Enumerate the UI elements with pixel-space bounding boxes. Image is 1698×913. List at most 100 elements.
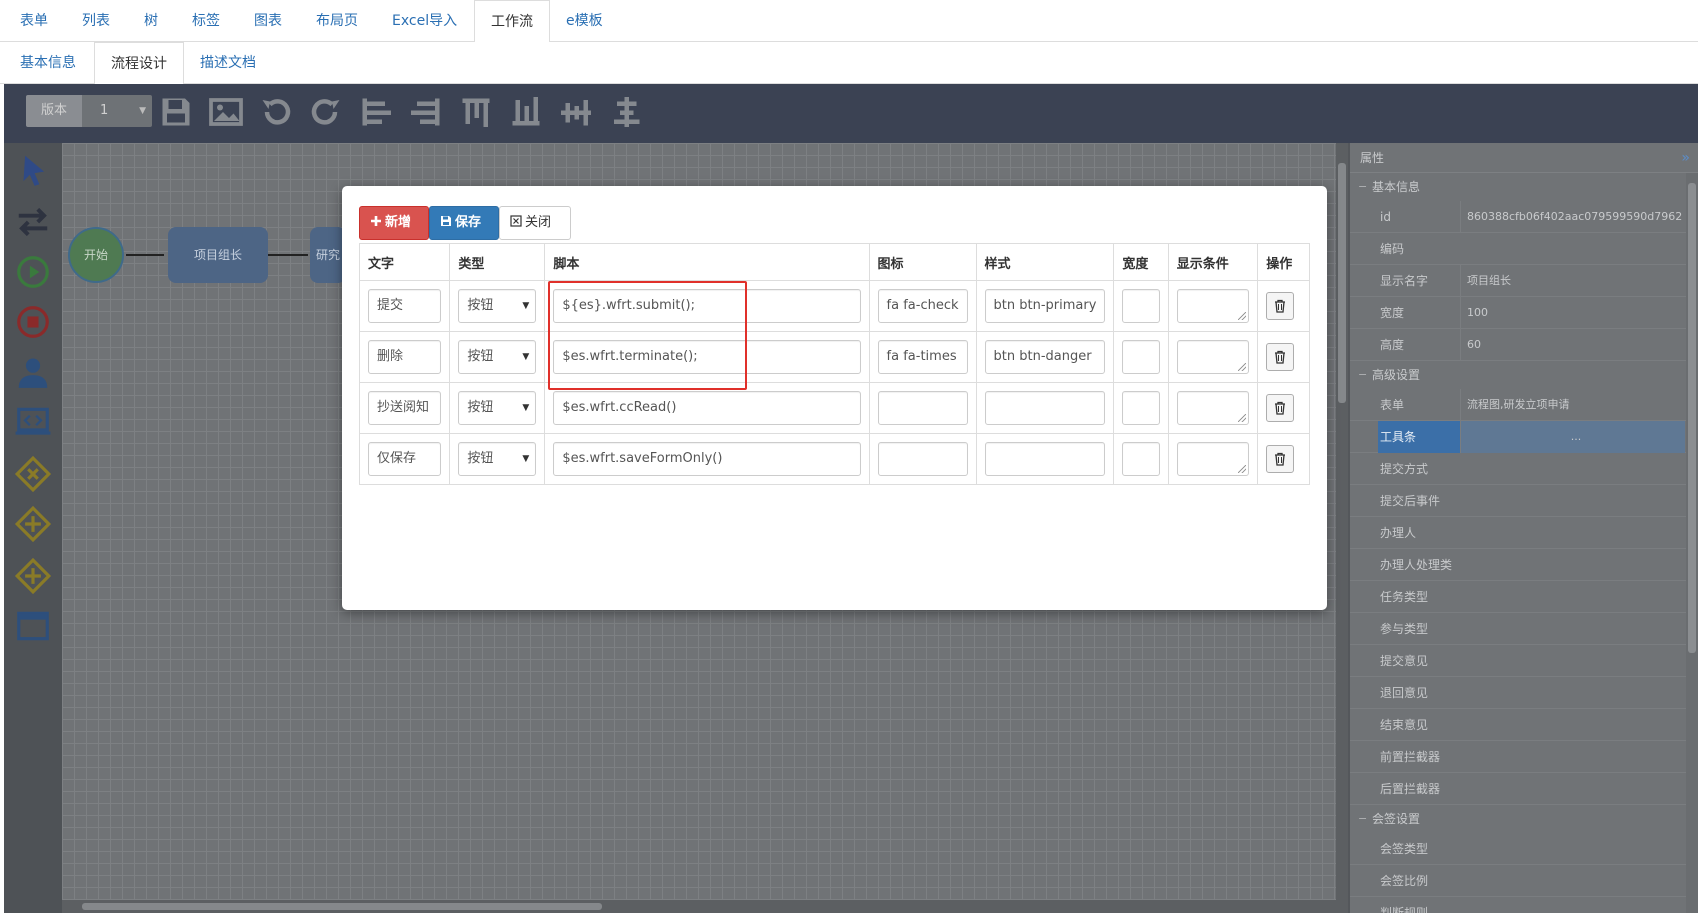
prop-row[interactable]: 显示名字 项目组长 bbox=[1350, 265, 1698, 297]
style-input[interactable]: btn btn-danger bbox=[984, 340, 1106, 374]
prop-row[interactable]: 退回意见 bbox=[1350, 677, 1698, 709]
prop-row[interactable]: 表单 流程图,研发立项申请 bbox=[1350, 389, 1698, 421]
flow-arrow[interactable] bbox=[268, 254, 308, 256]
prop-row[interactable]: 结束意见 bbox=[1350, 709, 1698, 741]
prop-row[interactable]: 会签类型 bbox=[1350, 833, 1698, 865]
text-input[interactable]: 仅保存 bbox=[368, 442, 442, 476]
delete-row-button[interactable] bbox=[1266, 445, 1295, 473]
tab-chart[interactable]: 图表 bbox=[238, 0, 298, 42]
prop-row[interactable]: 会签比例 bbox=[1350, 865, 1698, 897]
flow-arrow[interactable] bbox=[126, 254, 164, 256]
image-icon[interactable] bbox=[208, 94, 244, 130]
delete-row-button[interactable] bbox=[1266, 343, 1295, 371]
scrollbar-thumb[interactable] bbox=[1688, 183, 1696, 653]
prop-row-toolbar[interactable]: 工具条... bbox=[1350, 421, 1698, 453]
tab-tag[interactable]: 标签 bbox=[176, 0, 236, 42]
resize-grip-icon[interactable] bbox=[1238, 363, 1247, 371]
parallel-gateway-icon[interactable] bbox=[14, 505, 52, 543]
text-input[interactable]: 抄送阅知 bbox=[368, 391, 442, 425]
align-left-icon[interactable] bbox=[358, 94, 394, 130]
tab-workflow[interactable]: 工作流 bbox=[474, 0, 550, 43]
section-basic-info[interactable]: 基本信息 bbox=[1350, 173, 1698, 201]
tab-flow-design[interactable]: 流程设计 bbox=[94, 42, 184, 85]
prop-row[interactable]: 前置拦截器 bbox=[1350, 741, 1698, 773]
redo-icon[interactable] bbox=[308, 94, 344, 130]
prop-row[interactable]: 后置拦截器 bbox=[1350, 773, 1698, 805]
tab-form[interactable]: 表单 bbox=[4, 0, 64, 42]
align-top-icon[interactable] bbox=[458, 94, 494, 130]
align-right-icon[interactable] bbox=[408, 94, 444, 130]
flow-task-research[interactable]: 研究 bbox=[310, 227, 346, 283]
scrollbar-thumb[interactable] bbox=[82, 903, 602, 910]
canvas-horizontal-scrollbar[interactable] bbox=[62, 900, 1336, 913]
icon-input[interactable]: fa fa-check bbox=[877, 289, 968, 323]
delete-row-button[interactable] bbox=[1266, 394, 1295, 422]
prop-row[interactable]: 办理人处理类 bbox=[1350, 549, 1698, 581]
tab-etemplate[interactable]: e模板 bbox=[550, 0, 619, 42]
save-icon[interactable] bbox=[158, 94, 194, 130]
flow-task-project-leader[interactable]: 项目组长 bbox=[168, 227, 268, 283]
save-button[interactable]: 保存 bbox=[429, 206, 499, 240]
scrollbar-thumb[interactable] bbox=[1338, 163, 1346, 403]
text-input[interactable]: 提交 bbox=[368, 289, 442, 323]
icon-input[interactable] bbox=[877, 391, 968, 425]
icon-input[interactable]: fa fa-times bbox=[877, 340, 968, 374]
align-center-icon[interactable] bbox=[608, 94, 644, 130]
tab-layout[interactable]: 布局页 bbox=[300, 0, 374, 42]
start-event-icon[interactable] bbox=[14, 253, 52, 291]
width-input[interactable] bbox=[1122, 391, 1160, 425]
type-select[interactable]: 按钮 ▼ bbox=[458, 340, 537, 374]
close-button[interactable]: 关闭 bbox=[499, 206, 571, 240]
type-select[interactable]: 按钮 ▼ bbox=[458, 289, 537, 323]
align-middle-icon[interactable] bbox=[558, 94, 594, 130]
style-input[interactable]: btn btn-primary bbox=[984, 289, 1106, 323]
section-countersign-settings[interactable]: 会签设置 bbox=[1350, 805, 1698, 833]
align-bottom-icon[interactable] bbox=[508, 94, 544, 130]
text-input[interactable]: 删除 bbox=[368, 340, 442, 374]
user-task-icon[interactable] bbox=[14, 353, 52, 391]
prop-row[interactable]: 参与类型 bbox=[1350, 613, 1698, 645]
prop-row[interactable]: id 860388cfb06f402aac079599590d7962 bbox=[1350, 201, 1698, 233]
delete-row-button[interactable] bbox=[1266, 292, 1295, 320]
tab-tree[interactable]: 树 bbox=[128, 0, 174, 42]
undo-icon[interactable] bbox=[258, 94, 294, 130]
resize-grip-icon[interactable] bbox=[1238, 312, 1247, 320]
resize-grip-icon[interactable] bbox=[1238, 414, 1247, 422]
version-select[interactable]: 1 ▼ bbox=[82, 95, 152, 127]
section-advanced-settings[interactable]: 高级设置 bbox=[1350, 361, 1698, 389]
tab-description-doc[interactable]: 描述文档 bbox=[184, 42, 272, 84]
prop-row[interactable]: 提交方式 bbox=[1350, 453, 1698, 485]
width-input[interactable] bbox=[1122, 340, 1160, 374]
double-chevron-right-icon[interactable]: » bbox=[1681, 143, 1690, 173]
style-input[interactable] bbox=[984, 442, 1106, 476]
script-input[interactable]: $es.wfrt.saveFormOnly() bbox=[553, 442, 861, 476]
prop-row[interactable]: 高度 60 bbox=[1350, 329, 1698, 361]
type-select[interactable]: 按钮 ▼ bbox=[458, 391, 537, 425]
subprocess-icon[interactable] bbox=[14, 607, 52, 645]
prop-row[interactable]: 提交意见 bbox=[1350, 645, 1698, 677]
end-event-icon[interactable] bbox=[14, 303, 52, 341]
width-input[interactable] bbox=[1122, 289, 1160, 323]
prop-row[interactable]: 提交后事件 bbox=[1350, 485, 1698, 517]
properties-scrollbar[interactable] bbox=[1686, 173, 1698, 913]
tab-basic-info[interactable]: 基本信息 bbox=[4, 42, 92, 84]
add-button[interactable]: 新增 bbox=[359, 206, 429, 240]
prop-row[interactable]: 编码 bbox=[1350, 233, 1698, 265]
inclusive-gateway-icon[interactable] bbox=[14, 557, 52, 595]
transition-icon[interactable] bbox=[14, 203, 52, 241]
width-input[interactable] bbox=[1122, 442, 1160, 476]
tab-excel-import[interactable]: Excel导入 bbox=[376, 0, 473, 42]
script-task-icon[interactable] bbox=[14, 403, 52, 441]
style-input[interactable] bbox=[984, 391, 1106, 425]
canvas-vertical-scrollbar[interactable] bbox=[1336, 143, 1348, 913]
condition-textarea[interactable] bbox=[1176, 340, 1250, 374]
resize-grip-icon[interactable] bbox=[1238, 465, 1247, 473]
prop-row[interactable]: 宽度 100 bbox=[1350, 297, 1698, 329]
prop-row[interactable]: 任务类型 bbox=[1350, 581, 1698, 613]
condition-textarea[interactable] bbox=[1176, 289, 1250, 323]
type-select[interactable]: 按钮 ▼ bbox=[458, 442, 537, 476]
pointer-icon[interactable] bbox=[14, 151, 52, 189]
exclusive-gateway-icon[interactable] bbox=[14, 455, 52, 493]
prop-row[interactable]: 判断规则 bbox=[1350, 897, 1698, 913]
icon-input[interactable] bbox=[877, 442, 968, 476]
